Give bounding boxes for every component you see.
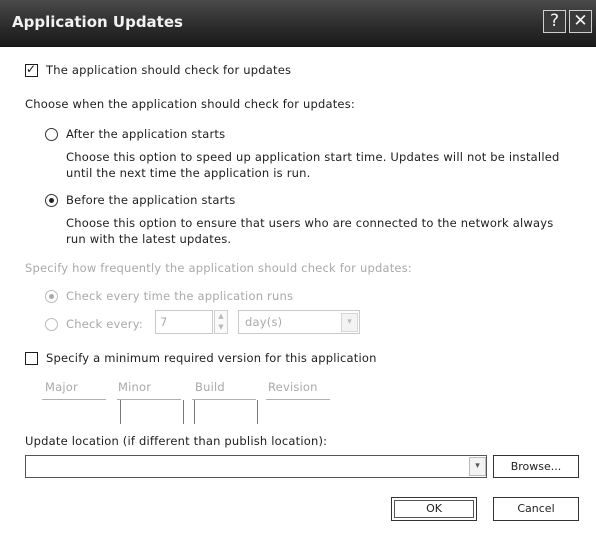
version-divider (120, 400, 121, 424)
application-updates-dialog: Application Updates ? ✕ The application … (0, 0, 596, 536)
version-header-major: Major (45, 380, 78, 394)
before-starts-label[interactable]: Before the application starts (66, 193, 235, 207)
after-starts-desc-1: Choose this option to speed up applicati… (66, 150, 560, 164)
before-starts-radio[interactable] (45, 194, 58, 207)
interval-input[interactable]: 7 (155, 310, 213, 334)
check-every-label[interactable]: Check every: (66, 317, 143, 331)
interval-unit-select[interactable]: day(s) ▾ (238, 310, 360, 334)
update-location-combobox[interactable]: ▾ (25, 455, 487, 478)
version-divider (183, 400, 184, 424)
after-starts-radio[interactable] (45, 128, 58, 141)
check-updates-checkbox[interactable] (25, 62, 38, 77)
title-bar[interactable]: Application Updates ? ✕ (0, 0, 596, 47)
help-icon[interactable]: ? (543, 10, 566, 33)
after-starts-label[interactable]: After the application starts (66, 127, 225, 141)
version-revision-underline (266, 399, 330, 400)
spin-down-icon[interactable]: ▼ (215, 322, 227, 333)
before-starts-desc-2: run with the latest updates. (66, 232, 232, 246)
version-header-minor: Minor (118, 380, 152, 394)
spin-up-icon[interactable]: ▲ (215, 311, 227, 322)
version-divider (194, 400, 195, 424)
ok-button[interactable]: OK (391, 497, 477, 521)
check-every-time-label[interactable]: Check every time the application runs (66, 289, 293, 303)
check-updates-label[interactable]: The application should check for updates (46, 63, 291, 77)
version-build-underline (192, 399, 256, 400)
version-header-build: Build (195, 380, 225, 394)
chevron-down-icon[interactable]: ▾ (469, 457, 486, 476)
check-every-radio[interactable] (45, 318, 58, 331)
version-divider (257, 400, 258, 424)
version-header-revision: Revision (268, 380, 318, 394)
window-title: Application Updates (12, 13, 183, 31)
before-starts-desc-1: Choose this option to ensure that users … (66, 216, 554, 230)
chevron-down-icon[interactable]: ▾ (341, 313, 358, 332)
version-minor-underline (117, 399, 181, 400)
choose-when-label: Choose when the application should check… (25, 97, 355, 111)
min-version-label[interactable]: Specify a minimum required version for t… (46, 351, 377, 365)
cancel-button[interactable]: Cancel (493, 497, 579, 521)
close-icon[interactable]: ✕ (569, 10, 592, 33)
check-every-time-radio[interactable] (45, 290, 58, 303)
after-starts-desc-2: until the next time the application is r… (66, 166, 311, 180)
frequency-label: Specify how frequently the application s… (25, 261, 412, 275)
browse-button[interactable]: Browse... (493, 455, 579, 478)
min-version-checkbox[interactable] (25, 352, 38, 365)
interval-spinner[interactable]: ▲ ▼ (214, 310, 228, 334)
update-location-label: Update location (if different than publi… (25, 434, 328, 448)
version-major-underline (42, 399, 106, 400)
